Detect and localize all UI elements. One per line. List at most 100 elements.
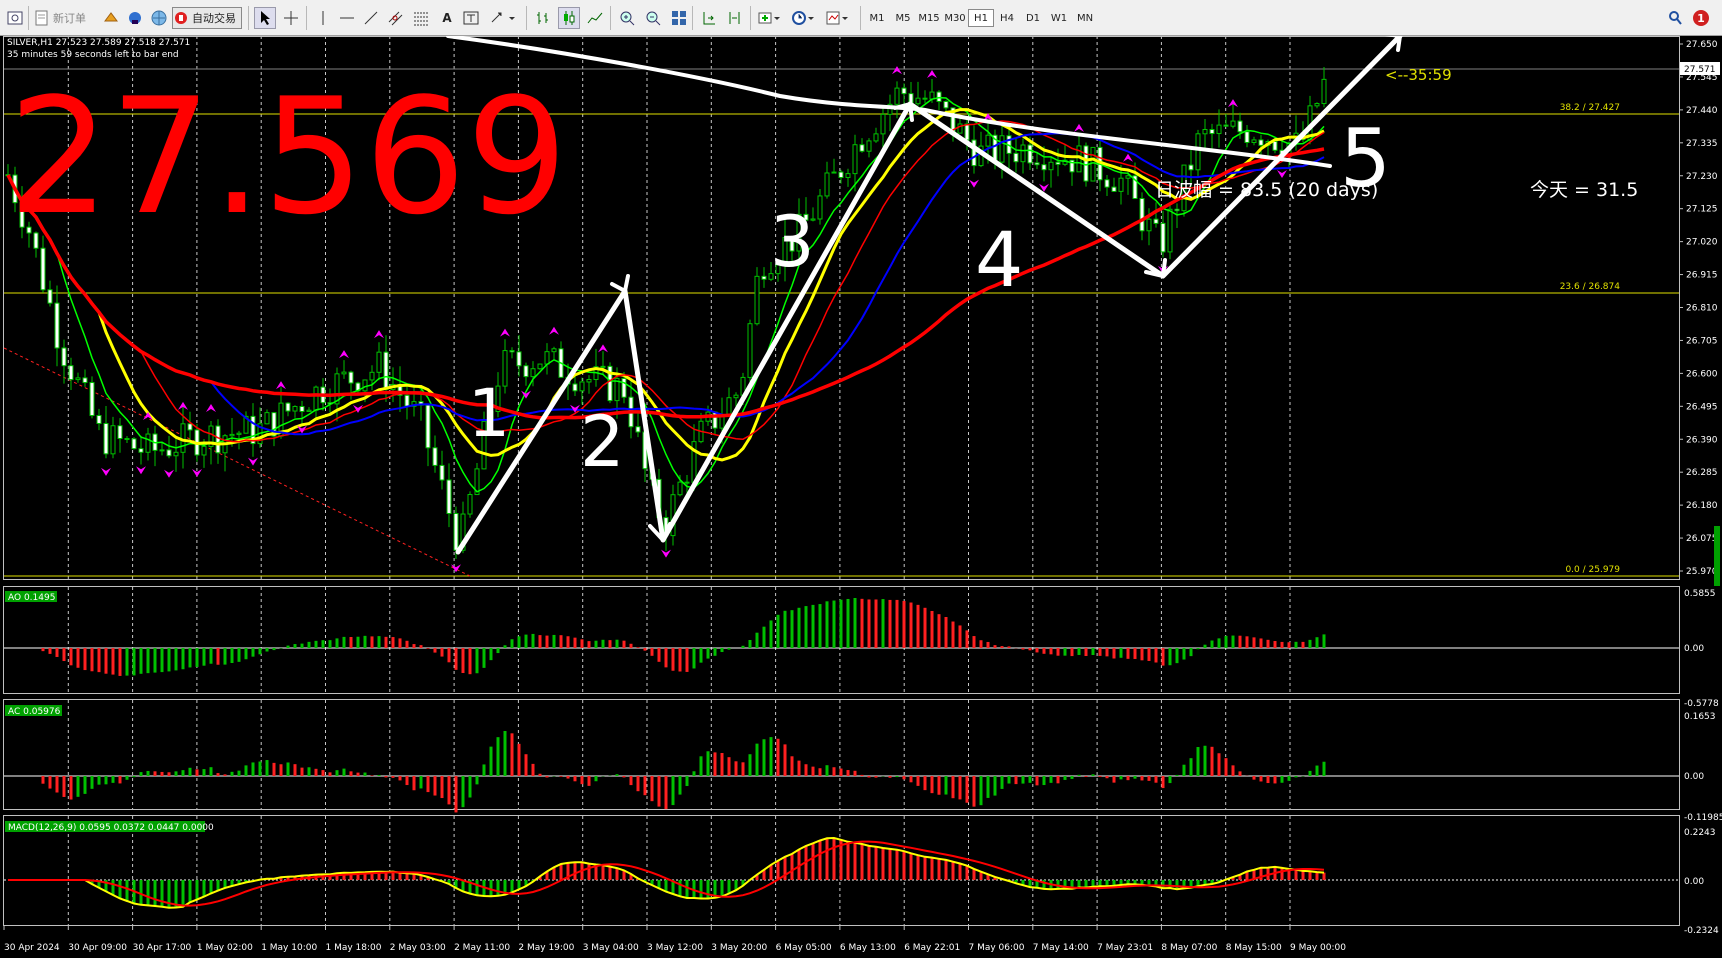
autoscroll-icon[interactable] xyxy=(698,7,720,29)
price-tick-label: 25.970 xyxy=(1686,567,1718,577)
vertical-line-icon[interactable] xyxy=(312,7,334,29)
text-tool-icon[interactable]: A xyxy=(436,7,458,29)
scroll-marker[interactable] xyxy=(1714,526,1720,586)
tile-windows-icon[interactable] xyxy=(668,7,690,29)
candlestick-icon[interactable] xyxy=(558,7,580,29)
candle-body xyxy=(719,415,725,429)
new-order-button[interactable]: 新订单 xyxy=(34,7,94,29)
price-tick-label: 26.285 xyxy=(1686,468,1718,478)
candle-body xyxy=(138,448,144,453)
timeframe-h4[interactable]: H4 xyxy=(994,9,1020,27)
candle-body xyxy=(75,377,81,381)
chart-shift-icon[interactable] xyxy=(724,7,746,29)
chart-window-icon[interactable] xyxy=(4,7,26,29)
fibonacci-icon[interactable] xyxy=(410,7,432,29)
candle-body xyxy=(733,394,739,399)
timeframe-m30[interactable]: M30 xyxy=(942,9,968,27)
candle-body xyxy=(348,371,354,384)
candle-body xyxy=(1244,131,1250,143)
candle-body xyxy=(1258,139,1264,146)
timeframe-h1[interactable]: H1 xyxy=(968,9,994,27)
candle-body xyxy=(1055,161,1061,165)
trendline-icon[interactable] xyxy=(360,7,382,29)
candle-body xyxy=(47,289,53,304)
fib-label-23: 23.6 / 26.874 xyxy=(1560,282,1621,292)
bar-chart-icon[interactable] xyxy=(532,7,554,29)
candle-body xyxy=(901,87,907,95)
price-tick-label: 27.650 xyxy=(1686,40,1718,50)
candle-body xyxy=(1146,218,1152,232)
candle-body xyxy=(432,447,438,466)
candle-body xyxy=(831,171,837,174)
time-tick-label: 30 Apr 09:00 xyxy=(68,943,127,953)
timeframe-m1[interactable]: M1 xyxy=(864,9,890,27)
channel-icon[interactable] xyxy=(384,7,406,29)
timeframe-m5[interactable]: M5 xyxy=(890,9,916,27)
time-tick-label: 6 May 05:00 xyxy=(776,943,832,953)
timeframe-w1[interactable]: W1 xyxy=(1046,9,1072,27)
daily-range: 日波幅 = 83.5 (20 days) xyxy=(1155,179,1378,201)
candle-body xyxy=(117,425,123,440)
candle-body xyxy=(1104,179,1110,188)
time-tick-label: 1 May 10:00 xyxy=(261,943,317,953)
price-tick-label: 27.230 xyxy=(1686,172,1718,182)
candle-body xyxy=(579,381,585,392)
zoom-in-icon[interactable] xyxy=(616,7,638,29)
candle-body xyxy=(1251,139,1257,143)
periods-icon[interactable] xyxy=(790,7,818,29)
current-price-label: 27.571 xyxy=(1684,65,1716,75)
auto-trading-label: 自动交易 xyxy=(192,12,236,25)
candle-body xyxy=(747,323,753,378)
candle-body xyxy=(362,379,368,392)
text-label-icon[interactable] xyxy=(460,7,482,29)
candle-body xyxy=(999,135,1005,163)
candle-body xyxy=(1272,140,1278,151)
candle-body xyxy=(1202,128,1208,135)
candle-body xyxy=(1153,218,1159,224)
candle-body xyxy=(509,350,515,353)
candle-body xyxy=(236,432,242,435)
search-icon[interactable] xyxy=(1664,7,1686,29)
horizontal-line-icon[interactable] xyxy=(336,7,358,29)
time-tick-label: 8 May 07:00 xyxy=(1161,943,1217,953)
price-tick-label: 26.600 xyxy=(1686,369,1718,379)
timeframe-d1[interactable]: D1 xyxy=(1020,9,1046,27)
timeframe-m15[interactable]: M15 xyxy=(916,9,942,27)
price-tick-label: 26.915 xyxy=(1686,271,1718,281)
auto-trading-button[interactable]: 自动交易 xyxy=(172,7,242,29)
time-tick-label: 7 May 23:01 xyxy=(1097,943,1153,953)
cursor-tool-icon[interactable] xyxy=(254,7,276,29)
arrows-tool-icon[interactable] xyxy=(486,7,520,29)
candle-body xyxy=(96,415,102,424)
candle-body xyxy=(1223,124,1229,127)
timeframe-mn[interactable]: MN xyxy=(1072,9,1098,27)
crosshair-icon[interactable] xyxy=(280,7,302,29)
candle-body xyxy=(600,365,606,368)
time-tick-label: 30 Apr 2024 xyxy=(4,943,60,953)
line-chart-icon[interactable] xyxy=(584,7,606,29)
candle-body xyxy=(684,481,690,484)
candle-body xyxy=(677,481,683,496)
candle-body xyxy=(215,425,221,454)
new-order-label: 新订单 xyxy=(53,12,86,25)
candle-body xyxy=(859,144,865,152)
fib-label-0: 0.0 / 25.979 xyxy=(1565,565,1620,575)
zoom-out-icon[interactable] xyxy=(642,7,664,29)
market-watch-icon[interactable] xyxy=(124,7,146,29)
strategy-tester-icon[interactable] xyxy=(100,7,122,29)
indicators-icon[interactable] xyxy=(756,7,784,29)
templates-icon[interactable] xyxy=(824,7,852,29)
globe-icon[interactable] xyxy=(148,7,170,29)
chart-area[interactable]: 38.2 / 27.427 23.6 / 26.874 0.0 / 25.979… xyxy=(0,36,1722,958)
bar-timer: 35 minutes 59 seconds left to bar end xyxy=(7,50,179,60)
candle-body xyxy=(1188,164,1194,171)
notifications-badge[interactable]: 1 xyxy=(1688,7,1714,29)
candle-body xyxy=(383,351,389,390)
candle-body xyxy=(124,438,130,441)
candle-body xyxy=(915,97,921,105)
candle-body xyxy=(82,377,88,384)
candle-body xyxy=(1209,128,1215,135)
time-tick-label: 7 May 06:00 xyxy=(969,943,1025,953)
candle-body xyxy=(761,275,767,280)
time-tick-label: 9 May 00:00 xyxy=(1290,943,1346,953)
